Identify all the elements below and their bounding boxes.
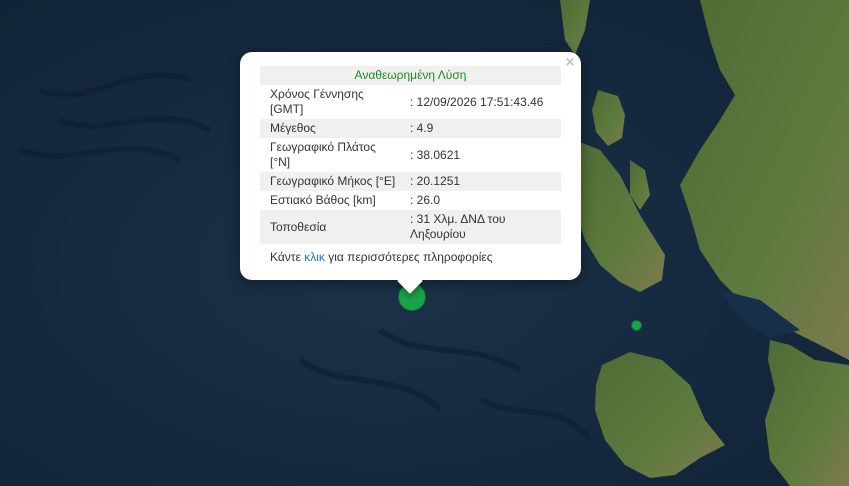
- depth-label: Εστιακό Βάθος [km]: [270, 193, 376, 207]
- origin-time-value: : 12/09/2026 17:51:43.46: [410, 94, 544, 109]
- table-row: Μέγεθος : 4.9: [260, 119, 561, 138]
- more-info-text: Κάντε κλικ για περισσότερες πληροφορίες: [270, 250, 493, 264]
- longitude-label: Γεωγραφικό Μήκος [°E]: [260, 172, 408, 191]
- location-label: Τοποθεσία: [260, 210, 408, 244]
- magnitude-label: Μέγεθος: [260, 119, 408, 138]
- popup-tip-cover: [388, 262, 432, 280]
- table-row: Τοποθεσία : 31 Χλμ. ΔΝΔ του Ληξουρίου: [260, 210, 561, 244]
- origin-time-label: Χρόνος Γέννησης [GMT]: [270, 87, 364, 116]
- table-row: Εστιακό Βάθος [km] : 26.0: [260, 191, 561, 210]
- longitude-value: : 20.1251: [408, 172, 561, 191]
- location-value: : 31 Χλμ. ΔΝΔ του Ληξουρίου: [408, 210, 561, 244]
- earthquake-marker-secondary[interactable]: [631, 320, 642, 331]
- earthquake-info-table: Αναθεωρημένη Λύση Χρόνος Γέννησης [GMT] …: [260, 66, 561, 244]
- close-icon[interactable]: ×: [562, 55, 578, 71]
- latitude-value: : 38.0621: [410, 147, 461, 162]
- magnitude-value: : 4.9: [408, 119, 561, 138]
- table-row: Γεωγραφικό Πλάτος [°N] : 38.0621: [260, 138, 561, 172]
- more-info-suffix: για περισσότερες πληροφορίες: [324, 250, 493, 264]
- popup-title-row: Αναθεωρημένη Λύση: [260, 66, 561, 85]
- popup-title: Αναθεωρημένη Λύση: [260, 66, 561, 85]
- latitude-label: Γεωγραφικό Πλάτος [°N]: [270, 140, 376, 169]
- table-row: Χρόνος Γέννησης [GMT] : 12/09/2026 17:51…: [260, 85, 561, 119]
- depth-value: : 26.0: [410, 193, 441, 207]
- more-info-prefix: Κάντε: [270, 250, 305, 264]
- more-info-link[interactable]: κλικ: [304, 250, 325, 264]
- table-row: Γεωγραφικό Μήκος [°E] : 20.1251: [260, 172, 561, 191]
